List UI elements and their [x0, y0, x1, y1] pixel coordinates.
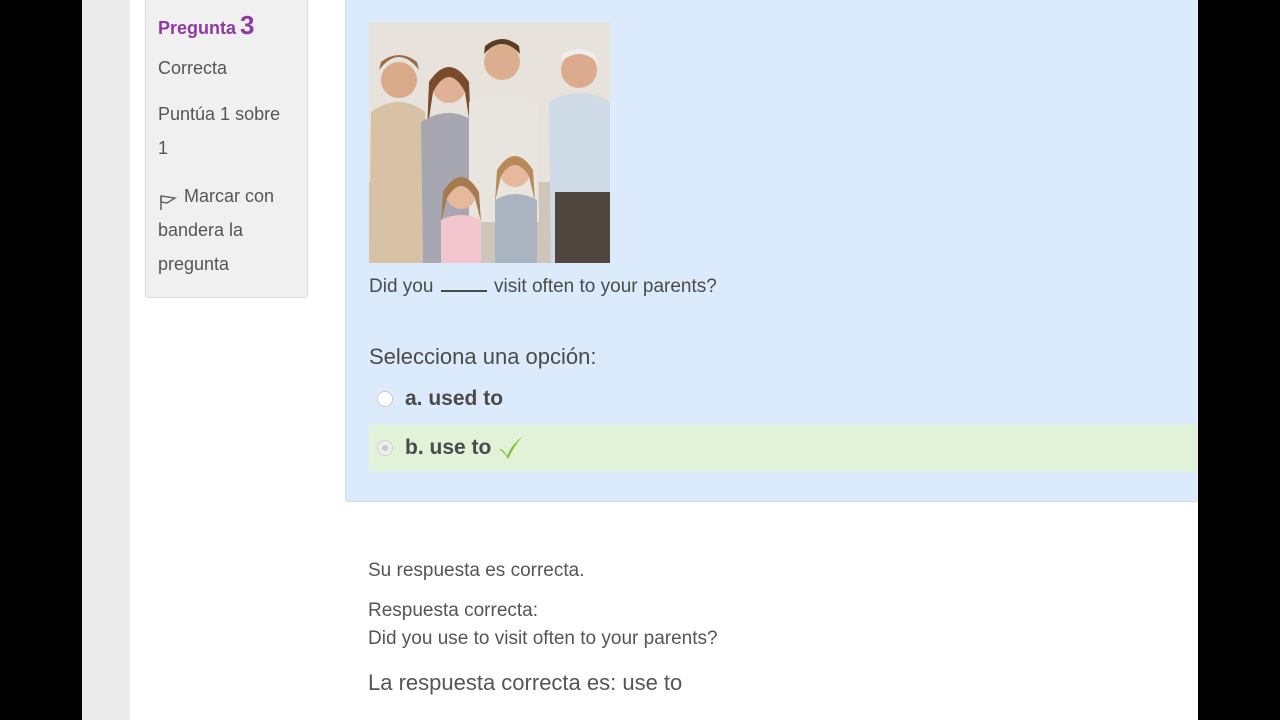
right-answer: La respuesta correcta es: use to	[368, 670, 683, 695]
family-photo	[369, 22, 610, 263]
quiz-page: Pregunta 3 Correcta Puntúa 1 sobre 1 Marc…	[130, 0, 1198, 720]
option-b-label[interactable]: b. use to	[405, 436, 491, 460]
option-b-radio[interactable]	[377, 440, 393, 456]
options-prompt: Selecciona una opción:	[369, 344, 597, 369]
grade-line-1: Puntúa 1 sobre	[158, 104, 281, 124]
question-text-after: visit often to your parents?	[493, 276, 717, 297]
question-text-before: Did you	[369, 276, 434, 297]
question-number-value: 3	[240, 10, 255, 40]
right-answer-sentence: Did you use to visit often to your paren…	[368, 628, 718, 649]
question-state: Correcta	[158, 58, 228, 78]
option-b[interactable]: b. use to	[369, 425, 1198, 471]
grade-line-2: 1	[158, 138, 169, 158]
question-box: Did you visit often to your parents? Sel…	[345, 0, 1198, 502]
option-a[interactable]: a. used to	[369, 376, 1198, 422]
question-grade: Puntúa 1 sobre 1	[158, 97, 295, 165]
question-info-panel: Pregunta 3 Correcta Puntúa 1 sobre 1 Marc…	[145, 0, 308, 298]
right-answer-title: Respuesta correcta:	[368, 600, 539, 621]
flag-line-3[interactable]: pregunta	[158, 254, 229, 274]
feedback-section: Su respuesta es correcta. Respuesta corr…	[368, 560, 718, 696]
question-number: Pregunta 3	[158, 10, 295, 41]
checkmark-icon	[497, 436, 523, 460]
flag-line-2[interactable]: bandera la	[158, 220, 243, 240]
question-text: Did you visit often to your parents?	[369, 276, 717, 298]
flag-icon[interactable]	[158, 188, 180, 211]
general-feedback: Su respuesta es correcta.	[368, 560, 585, 581]
question-label: Pregunta	[158, 18, 237, 38]
option-a-label[interactable]: a. used to	[405, 387, 503, 411]
flag-line-1[interactable]: Marcar con	[184, 186, 274, 206]
flag-question-link[interactable]: Marcar con bandera la pregunta	[158, 179, 295, 281]
answer-blank	[440, 290, 487, 292]
left-gutter	[82, 0, 130, 720]
option-a-radio[interactable]	[377, 391, 393, 407]
